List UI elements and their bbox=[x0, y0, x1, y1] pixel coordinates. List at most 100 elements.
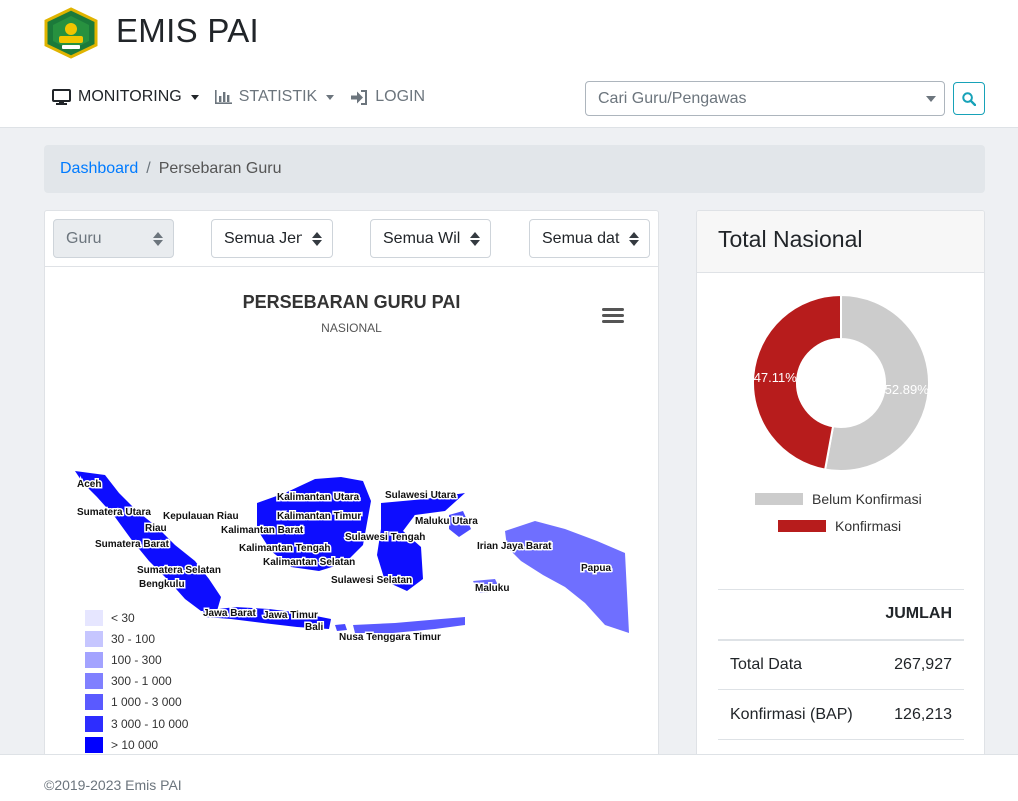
region-label: Bali bbox=[305, 622, 324, 633]
type-filter-select[interactable]: Guru bbox=[53, 219, 174, 258]
donut-data-label: 47.11% bbox=[754, 370, 798, 385]
row-label: Total Data bbox=[718, 639, 880, 690]
total-national-title: Total Nasional bbox=[697, 211, 984, 273]
legend-swatch bbox=[85, 736, 103, 753]
donut-legend: Belum Konfirmasi Konfirmasi bbox=[755, 485, 922, 539]
nav-monitoring[interactable]: MONITORING bbox=[52, 88, 199, 106]
level-filter-value: Semua Jenjang bbox=[224, 230, 302, 247]
map-subtitle: NASIONAL bbox=[321, 321, 382, 335]
breadcrumb-dashboard-link[interactable]: Dashboard bbox=[60, 160, 138, 177]
column-header-jumlah: JUMLAH bbox=[718, 589, 964, 641]
map-legend: < 30 30 - 100 100 - 300 300 - 1 000 1 000 - … bbox=[85, 607, 188, 755]
region-label: Bengkulu bbox=[139, 579, 185, 590]
total-national-card: Total Nasional 52.89% 47.11% Belum Konfir… bbox=[696, 210, 985, 770]
legend-swatch bbox=[85, 630, 103, 647]
region-label: Nusa Tenggara Timur bbox=[339, 632, 441, 643]
legend-item[interactable]: < 30 bbox=[85, 607, 188, 628]
legend-label: Konfirmasi bbox=[835, 517, 902, 534]
legend-label: 1 000 - 3 000 bbox=[111, 695, 182, 710]
caret-down-icon bbox=[326, 94, 335, 100]
legend-item[interactable]: 100 - 300 bbox=[85, 649, 188, 670]
nav-login[interactable]: LOGIN bbox=[350, 88, 425, 106]
legend-swatch bbox=[85, 694, 103, 711]
region-label: Jawa Timur bbox=[263, 610, 318, 621]
app-title: EMIS PAI bbox=[116, 12, 259, 49]
kemenag-logo-icon[interactable] bbox=[42, 7, 100, 59]
nav-monitoring-label: MONITORING bbox=[78, 88, 182, 105]
search-placeholder: Cari Guru/Pengawas bbox=[598, 90, 747, 107]
search-teacher-select[interactable]: Cari Guru/Pengawas bbox=[585, 81, 945, 116]
region-label: Aceh bbox=[77, 479, 101, 490]
legend-swatch bbox=[85, 715, 103, 732]
distribution-map-card: Guru Semua Jenjang Semua Wilayah Semua d… bbox=[44, 210, 659, 770]
legend-label: < 30 bbox=[111, 610, 135, 625]
data-filter-value: Semua data bbox=[542, 230, 620, 247]
legend-label: 300 - 1 000 bbox=[111, 674, 172, 689]
region-label: Papua bbox=[581, 563, 611, 574]
legend-item[interactable]: Konfirmasi bbox=[778, 512, 922, 539]
select-arrows-icon bbox=[470, 232, 480, 246]
table-header-row: JUMLAH bbox=[718, 589, 964, 641]
level-filter-select[interactable]: Semua Jenjang bbox=[211, 219, 333, 258]
hamburger-menu-icon[interactable] bbox=[601, 306, 625, 326]
map-region[interactable] bbox=[505, 521, 629, 633]
region-label: Sulawesi Selatan bbox=[331, 575, 412, 586]
region-label: Sulawesi Tengah bbox=[345, 532, 425, 543]
map-region[interactable] bbox=[353, 617, 465, 633]
search-button[interactable] bbox=[953, 82, 985, 115]
breadcrumb-current: Persebaran Guru bbox=[158, 160, 282, 177]
main-nav: MONITORING STATISTIK LOGIN bbox=[52, 88, 425, 106]
map-region[interactable] bbox=[335, 624, 347, 631]
table-row: Konfirmasi (BAP) 126,213 bbox=[718, 689, 964, 740]
legend-swatch bbox=[778, 519, 826, 532]
legend-item[interactable]: 30 - 100 bbox=[85, 628, 188, 649]
legend-item[interactable]: 300 - 1 000 bbox=[85, 671, 188, 692]
region-label: Sumatera Utara bbox=[77, 507, 151, 518]
breadcrumb-separator: / bbox=[146, 160, 151, 177]
nav-login-label: LOGIN bbox=[375, 88, 426, 105]
page-footer: ©2019-2023 Emis PAI bbox=[0, 754, 1018, 801]
legend-label: 100 - 300 bbox=[111, 652, 162, 667]
region-label: Kalimantan Timur bbox=[277, 511, 361, 522]
region-label: Riau bbox=[145, 523, 167, 534]
data-filter-select[interactable]: Semua data bbox=[529, 219, 650, 258]
legend-label: 3 000 - 10 000 bbox=[111, 716, 189, 731]
bar-chart-icon bbox=[214, 90, 232, 104]
nav-statistik-label: STATISTIK bbox=[238, 88, 318, 105]
region-label: Sulawesi Utara bbox=[385, 490, 457, 501]
legend-item[interactable]: 1 000 - 3 000 bbox=[85, 692, 188, 713]
breadcrumb: Dashboard / Persebaran Guru bbox=[44, 145, 985, 193]
legend-item[interactable]: > 10 000 bbox=[85, 734, 188, 755]
sign-in-icon bbox=[351, 89, 368, 105]
type-filter-value: Guru bbox=[66, 230, 102, 247]
legend-item[interactable]: 3 000 - 10 000 bbox=[85, 713, 188, 734]
caret-down-icon bbox=[190, 94, 199, 100]
region-label: Sumatera Barat bbox=[95, 539, 170, 550]
region-label: Kalimantan Barat bbox=[221, 525, 304, 536]
legend-swatch bbox=[755, 492, 803, 505]
legend-label: > 10 000 bbox=[111, 737, 159, 752]
select-arrows-icon bbox=[153, 232, 163, 246]
region-label: Kalimantan Selatan bbox=[263, 557, 355, 568]
region-label: Sumatera Selatan bbox=[137, 565, 221, 576]
legend-label: 30 - 100 bbox=[111, 631, 156, 646]
region-label: Irian Jaya Barat bbox=[477, 541, 552, 552]
legend-swatch bbox=[85, 651, 103, 668]
region-label: Kalimantan Tengah bbox=[239, 543, 331, 554]
legend-swatch bbox=[85, 609, 103, 626]
region-label: Jawa Barat bbox=[203, 608, 256, 619]
filter-bar: Guru Semua Jenjang Semua Wilayah Semua d… bbox=[45, 211, 658, 267]
select-arrows-icon bbox=[629, 232, 639, 246]
totals-table: JUMLAH Total Data 267,927 Konfirmasi (BA… bbox=[718, 589, 964, 740]
region-filter-select[interactable]: Semua Wilayah bbox=[370, 219, 491, 258]
footer-copyright: ©2019-2023 Emis PAI bbox=[44, 777, 182, 793]
region-filter-value: Semua Wilayah bbox=[383, 230, 461, 247]
legend-item[interactable]: Belum Konfirmasi bbox=[755, 485, 922, 512]
search-icon bbox=[962, 91, 976, 106]
region-label: Kalimantan Utara bbox=[277, 492, 360, 503]
top-header: EMIS PAI MONITORING STATISTIK LOGIN Cari… bbox=[0, 0, 1018, 128]
table-row: Total Data 267,927 bbox=[718, 639, 964, 690]
nav-statistik[interactable]: STATISTIK bbox=[214, 88, 335, 106]
monitor-icon bbox=[52, 89, 71, 105]
map-title: PERSEBARAN GURU PAI bbox=[242, 292, 461, 312]
